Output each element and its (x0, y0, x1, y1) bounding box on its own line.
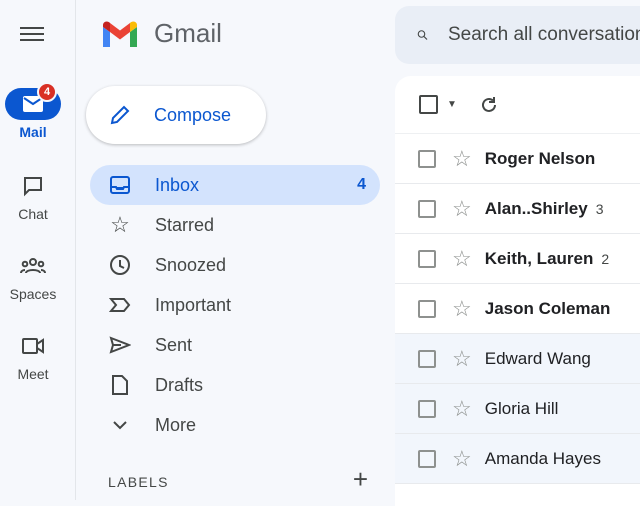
rail-label: Meet (17, 366, 49, 382)
nav-label: Important (155, 294, 232, 315)
star-icon[interactable]: ☆ (452, 447, 472, 470)
sender-name: Roger Nelson (484, 148, 596, 168)
row-checkbox[interactable] (418, 449, 436, 468)
important-icon (109, 298, 131, 312)
row-checkbox[interactable] (418, 299, 436, 318)
thread-count: 3 (595, 200, 604, 217)
app-rail: 4 Mail Chat Spaces Meet (0, 0, 76, 500)
nav-label: More (155, 414, 197, 435)
rail-chat[interactable]: Chat (0, 170, 66, 222)
message-row[interactable]: ☆ Roger Nelson (395, 134, 640, 184)
thread-count: 2 (601, 250, 610, 267)
star-icon[interactable]: ☆ (452, 347, 472, 370)
sender-name: Gloria Hill (484, 398, 559, 418)
inbox-count: 4 (357, 176, 366, 193)
sender-name: Jason Coleman (484, 298, 611, 318)
nav-label: Starred (155, 214, 215, 235)
inbox-icon (110, 176, 130, 194)
nav-important[interactable]: Important (90, 285, 380, 325)
message-row[interactable]: ☆ Gloria Hill (395, 384, 640, 434)
compose-button[interactable]: Compose (86, 86, 266, 144)
clock-icon (110, 255, 130, 275)
star-icon[interactable]: ☆ (452, 397, 472, 420)
add-label-button[interactable]: + (353, 464, 368, 495)
rail-label: Spaces (9, 286, 57, 302)
nav-starred[interactable]: ☆ Starred (90, 205, 380, 245)
star-icon[interactable]: ☆ (452, 247, 472, 270)
main-menu-icon[interactable] (20, 24, 44, 44)
pencil-icon (110, 105, 130, 125)
row-checkbox[interactable] (418, 349, 436, 368)
gmail-logo[interactable]: Gmail (100, 18, 222, 49)
sender-name: Edward Wang (484, 348, 591, 368)
sender-name: Alan..Shirley (484, 198, 588, 218)
compose-label: Compose (154, 104, 232, 125)
star-icon[interactable]: ☆ (452, 147, 472, 170)
message-row[interactable]: ☆ Jason Coleman (395, 284, 640, 334)
rail-label: Mail (19, 124, 47, 140)
gmail-logo-icon (103, 21, 137, 47)
star-icon[interactable]: ☆ (452, 197, 472, 220)
unread-badge: 4 (37, 82, 57, 102)
row-checkbox[interactable] (418, 199, 436, 218)
send-icon (109, 336, 131, 354)
folder-nav: Inbox 4 ☆ Starred Snoozed Important Sent D… (90, 165, 380, 445)
rail-label: Chat (18, 206, 48, 222)
message-row[interactable]: ☆ Edward Wang (395, 334, 640, 384)
rail-spaces[interactable]: Spaces (0, 250, 66, 302)
select-dropdown-icon[interactable]: ▼ (447, 99, 457, 110)
labels-header: LABELS + (108, 464, 368, 495)
nav-label: Drafts (155, 374, 204, 395)
nav-label: Snoozed (155, 254, 227, 275)
sender-name: Amanda Hayes (484, 448, 601, 468)
nav-label: Inbox (155, 174, 200, 195)
chevron-down-icon (113, 421, 127, 430)
nav-drafts[interactable]: Drafts (90, 365, 380, 405)
message-row[interactable]: ☆ Amanda Hayes (395, 434, 640, 484)
app-title: Gmail (154, 18, 222, 48)
draft-icon (112, 375, 128, 395)
message-row[interactable]: ☆ Alan..Shirley 3 (395, 184, 640, 234)
nav-snoozed[interactable]: Snoozed (90, 245, 380, 285)
spaces-icon (20, 258, 46, 274)
nav-label: Sent (155, 334, 193, 355)
rail-mail[interactable]: 4 Mail (0, 82, 66, 140)
row-checkbox[interactable] (418, 149, 436, 168)
star-icon: ☆ (110, 212, 130, 237)
star-icon[interactable]: ☆ (452, 297, 472, 320)
search-bar[interactable]: Search all conversations (395, 6, 640, 64)
rail-meet[interactable]: Meet (0, 330, 66, 382)
message-list-pane: ▼ ☆ Roger Nelson ☆ Alan..Shirley 3 ☆ Keith, La… (395, 76, 640, 506)
refresh-icon[interactable] (479, 95, 499, 115)
row-checkbox[interactable] (418, 249, 436, 268)
row-checkbox[interactable] (418, 399, 436, 418)
search-icon (417, 30, 428, 40)
chat-icon (24, 177, 42, 197)
select-all-checkbox[interactable] (419, 95, 438, 114)
message-row[interactable]: ☆ Keith, Lauren 2 (395, 234, 640, 284)
sender-name: Keith, Lauren (484, 248, 594, 268)
nav-inbox[interactable]: Inbox 4 (90, 165, 380, 205)
list-toolbar: ▼ (395, 76, 640, 134)
nav-sent[interactable]: Sent (90, 325, 380, 365)
labels-title: LABELS (108, 473, 169, 490)
nav-more[interactable]: More (90, 405, 380, 445)
search-input[interactable]: Search all conversations (448, 24, 640, 46)
meet-icon (22, 338, 44, 354)
